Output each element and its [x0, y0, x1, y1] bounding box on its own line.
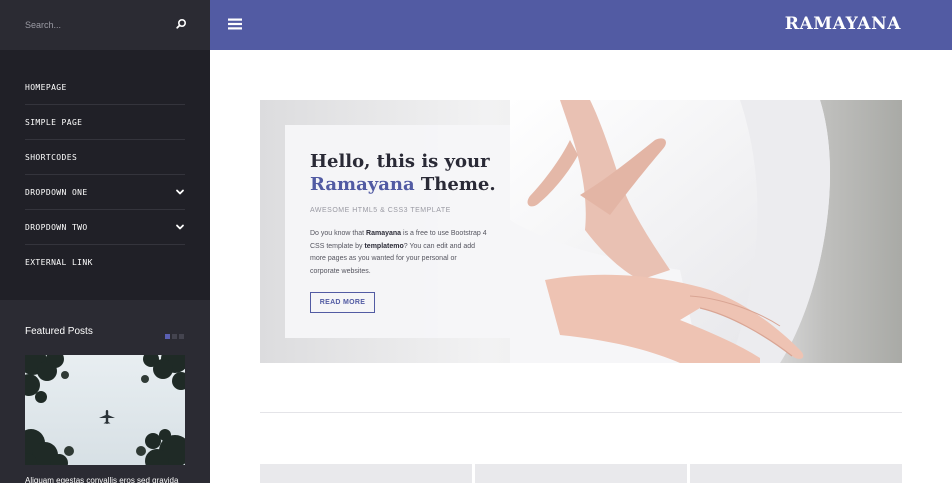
hero-card: Hello, this is your Ramayana Theme. AWES…	[285, 125, 510, 338]
featured-posts-title: Featured Posts	[25, 326, 93, 337]
hero-title-rest: Theme.	[414, 174, 496, 195]
menu-icon[interactable]	[228, 17, 242, 31]
sidebar-nav: HOMEPAGE SIMPLE PAGE SHORTCODES DROPDOWN…	[25, 70, 185, 280]
hero-title-line2: Ramayana Theme.	[310, 174, 496, 195]
chevron-down-icon[interactable]	[175, 187, 185, 197]
section-divider	[260, 412, 902, 413]
top-bar: RAMAYANA	[210, 0, 952, 50]
slider-dot[interactable]	[172, 334, 177, 339]
sidebar-item-homepage[interactable]: HOMEPAGE	[25, 70, 185, 105]
sidebar-item-dropdown-one[interactable]: DROPDOWN ONE	[25, 175, 185, 210]
slider-dot[interactable]	[165, 334, 170, 339]
site-logo[interactable]: RAMAYANA	[785, 14, 901, 34]
hero-subtitle: AWESOME HTML5 & CSS3 TEMPLATE	[310, 207, 451, 214]
airplane-trees-photo	[25, 355, 185, 465]
chevron-down-icon[interactable]	[175, 222, 185, 232]
content-card[interactable]	[690, 464, 902, 483]
slider-dots	[165, 334, 184, 339]
featured-post-image[interactable]	[25, 355, 185, 465]
hero-title-line1: Hello, this is your	[310, 151, 490, 172]
hero-description: Do you know that Ramayana is a free to u…	[310, 230, 487, 275]
featured-posts: Featured Posts Aliquam egestas convallis…	[0, 300, 210, 485]
sidebar-item-label: DROPDOWN TWO	[25, 222, 88, 232]
sidebar-item-label: HOMEPAGE	[25, 82, 67, 92]
slider-dot[interactable]	[179, 334, 184, 339]
search-icon[interactable]	[174, 17, 188, 31]
read-more-button[interactable]: READ MORE	[310, 292, 375, 313]
hero-title-accent: Ramayana	[310, 174, 415, 195]
sidebar-item-label: EXTERNAL LINK	[25, 258, 93, 267]
sidebar-item-label: DROPDOWN ONE	[25, 187, 88, 197]
search-input[interactable]	[25, 17, 165, 33]
sidebar-item-simple-page[interactable]: SIMPLE PAGE	[25, 105, 185, 140]
search-bar	[0, 0, 210, 50]
sidebar-item-label: SIMPLE PAGE	[25, 117, 83, 127]
content-card[interactable]	[475, 464, 687, 483]
sidebar-item-shortcodes[interactable]: SHORTCODES	[25, 140, 185, 175]
sidebar-item-label: SHORTCODES	[25, 152, 78, 162]
content-card[interactable]	[260, 464, 472, 483]
sidebar-item-dropdown-two[interactable]: DROPDOWN TWO	[25, 210, 185, 245]
featured-post-caption[interactable]: Aliquam egestas convallis eros sed gravi…	[25, 476, 178, 485]
sidebar: HOMEPAGE SIMPLE PAGE SHORTCODES DROPDOWN…	[0, 0, 210, 485]
sidebar-item-external-link[interactable]: EXTERNAL LINK	[25, 245, 185, 280]
